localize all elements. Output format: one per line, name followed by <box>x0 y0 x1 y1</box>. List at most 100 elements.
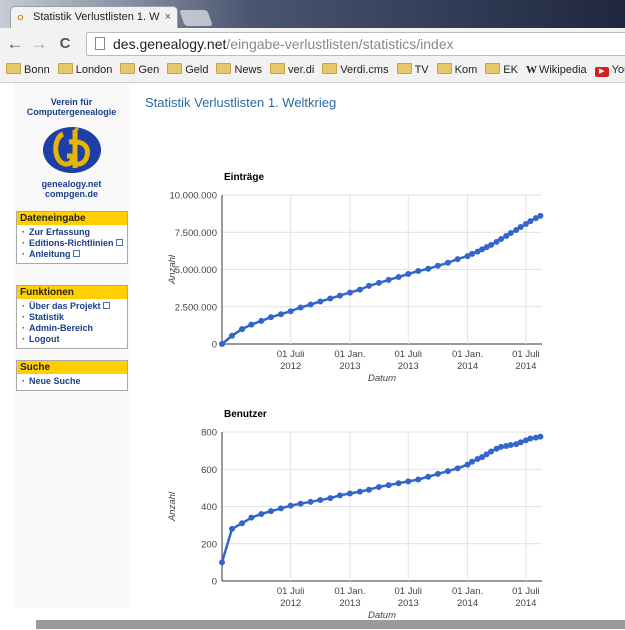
browser-toolbar: ← → C des.genealogy.net/eingabe-verlustl… <box>0 28 625 60</box>
sidebar-link-admin-bereich[interactable]: Admin-Bereich <box>21 323 127 334</box>
data-point[interactable] <box>267 508 274 515</box>
data-point[interactable] <box>336 492 343 499</box>
new-tab-button[interactable] <box>179 10 213 26</box>
sidebar-link-statistik[interactable]: Statistik <box>21 312 127 323</box>
data-point[interactable] <box>454 256 461 263</box>
data-point[interactable] <box>317 298 324 305</box>
data-point[interactable] <box>356 286 363 293</box>
sidebar-link-logout[interactable]: Logout <box>21 334 127 345</box>
x-tick-label: 2014 <box>515 361 536 372</box>
data-point[interactable] <box>395 480 402 487</box>
bookmark-bonn[interactable]: Bonn <box>4 60 52 80</box>
bookmark-geld[interactable]: Geld <box>165 60 210 80</box>
data-point[interactable] <box>297 304 304 311</box>
data-point[interactable] <box>527 435 534 442</box>
data-point[interactable] <box>307 301 314 308</box>
data-point[interactable] <box>327 295 334 302</box>
data-point[interactable] <box>277 505 284 512</box>
data-point[interactable] <box>537 433 544 440</box>
data-point[interactable] <box>498 443 505 450</box>
data-point[interactable] <box>517 224 524 231</box>
data-point[interactable] <box>469 250 476 257</box>
data-point[interactable] <box>365 486 372 493</box>
data-point[interactable] <box>375 483 382 490</box>
data-point[interactable] <box>219 341 225 347</box>
data-point[interactable] <box>434 262 441 269</box>
data-point[interactable] <box>248 514 255 521</box>
data-point[interactable] <box>405 478 412 485</box>
data-point[interactable] <box>498 235 505 242</box>
horizontal-scrollbar[interactable] <box>36 620 625 629</box>
bookmark-london[interactable]: London <box>56 60 115 80</box>
data-point[interactable] <box>537 212 544 219</box>
sidebar-link-neue-suche[interactable]: Neue Suche <box>21 376 127 387</box>
data-point[interactable] <box>375 279 382 286</box>
genealogy-favicon-icon: ഠ <box>17 12 23 22</box>
bookmark-wikipedia[interactable]: W Wikipedia <box>524 60 589 80</box>
reload-icon[interactable]: C <box>54 33 76 55</box>
data-point[interactable] <box>258 510 265 517</box>
data-point[interactable] <box>327 495 334 502</box>
data-point[interactable] <box>248 321 255 328</box>
data-point[interactable] <box>307 498 314 505</box>
data-point[interactable] <box>277 311 284 318</box>
data-point[interactable] <box>346 490 353 497</box>
data-point[interactable] <box>444 259 451 266</box>
bookmark-ek[interactable]: EK <box>483 60 520 80</box>
data-point[interactable] <box>336 292 343 299</box>
data-point[interactable] <box>395 273 402 280</box>
bookmark-gen[interactable]: Gen <box>118 60 161 80</box>
data-point[interactable] <box>444 468 451 475</box>
data-point[interactable] <box>527 218 534 225</box>
sidebar-link-anleitung[interactable]: Anleitung <box>21 249 127 260</box>
data-point[interactable] <box>267 314 274 321</box>
data-point[interactable] <box>488 241 495 248</box>
data-point[interactable] <box>219 559 225 566</box>
data-point[interactable] <box>415 267 422 274</box>
data-point[interactable] <box>297 500 304 507</box>
data-point[interactable] <box>425 473 432 480</box>
bookmark-news[interactable]: News <box>214 60 264 80</box>
bookmark-kom[interactable]: Kom <box>435 60 480 80</box>
data-point[interactable] <box>238 520 245 527</box>
bookmark-verdi-cms[interactable]: Verdi.cms <box>320 60 390 80</box>
data-point[interactable] <box>507 442 514 449</box>
data-point[interactable] <box>356 488 363 495</box>
data-point[interactable] <box>228 525 235 532</box>
data-point[interactable] <box>238 326 245 333</box>
bookmark-tv[interactable]: TV <box>395 60 431 80</box>
data-point[interactable] <box>346 289 353 296</box>
data-point[interactable] <box>469 458 476 465</box>
data-point[interactable] <box>434 470 441 477</box>
sidebar-link-editions-richtlinien[interactable]: Editions-Richtlinien <box>21 238 127 249</box>
address-bar[interactable]: des.genealogy.net/eingabe-verlustlisten/… <box>86 32 625 56</box>
data-point[interactable] <box>415 476 422 483</box>
forward-arrow-icon[interactable]: → <box>28 33 50 55</box>
sidebar-link-über-das-projekt[interactable]: Über das Projekt <box>21 301 127 312</box>
site-link-genealogy[interactable]: genealogy.net <box>14 179 129 189</box>
data-point[interactable] <box>385 276 392 283</box>
genealogy-logo[interactable] <box>41 122 103 174</box>
y-tick-label: 0 <box>212 577 217 588</box>
sidebar-link-zur-erfassung[interactable]: Zur Erfassung <box>21 227 127 238</box>
browser-tab[interactable]: ഠ Statistik Verlustlisten 1. W × <box>10 6 178 28</box>
data-point[interactable] <box>488 448 495 455</box>
data-point[interactable] <box>454 465 461 472</box>
data-point[interactable] <box>425 265 432 272</box>
data-point[interactable] <box>517 439 524 446</box>
data-point[interactable] <box>228 332 235 339</box>
data-point[interactable] <box>317 496 324 503</box>
data-point[interactable] <box>258 317 265 324</box>
back-arrow-icon[interactable]: ← <box>4 33 26 55</box>
data-point[interactable] <box>385 482 392 489</box>
x-tick-label: 01 Juli <box>395 349 422 360</box>
data-point[interactable] <box>287 308 294 315</box>
bookmark-ver-di[interactable]: ver.di <box>268 60 316 80</box>
close-tab-icon[interactable]: × <box>165 7 171 27</box>
site-link-compgen[interactable]: compgen.de <box>14 189 129 199</box>
bookmark-youtube[interactable]: ▶YouTube <box>593 60 625 80</box>
data-point[interactable] <box>405 270 412 277</box>
data-point[interactable] <box>287 502 294 509</box>
data-point[interactable] <box>507 229 514 236</box>
data-point[interactable] <box>365 282 372 289</box>
